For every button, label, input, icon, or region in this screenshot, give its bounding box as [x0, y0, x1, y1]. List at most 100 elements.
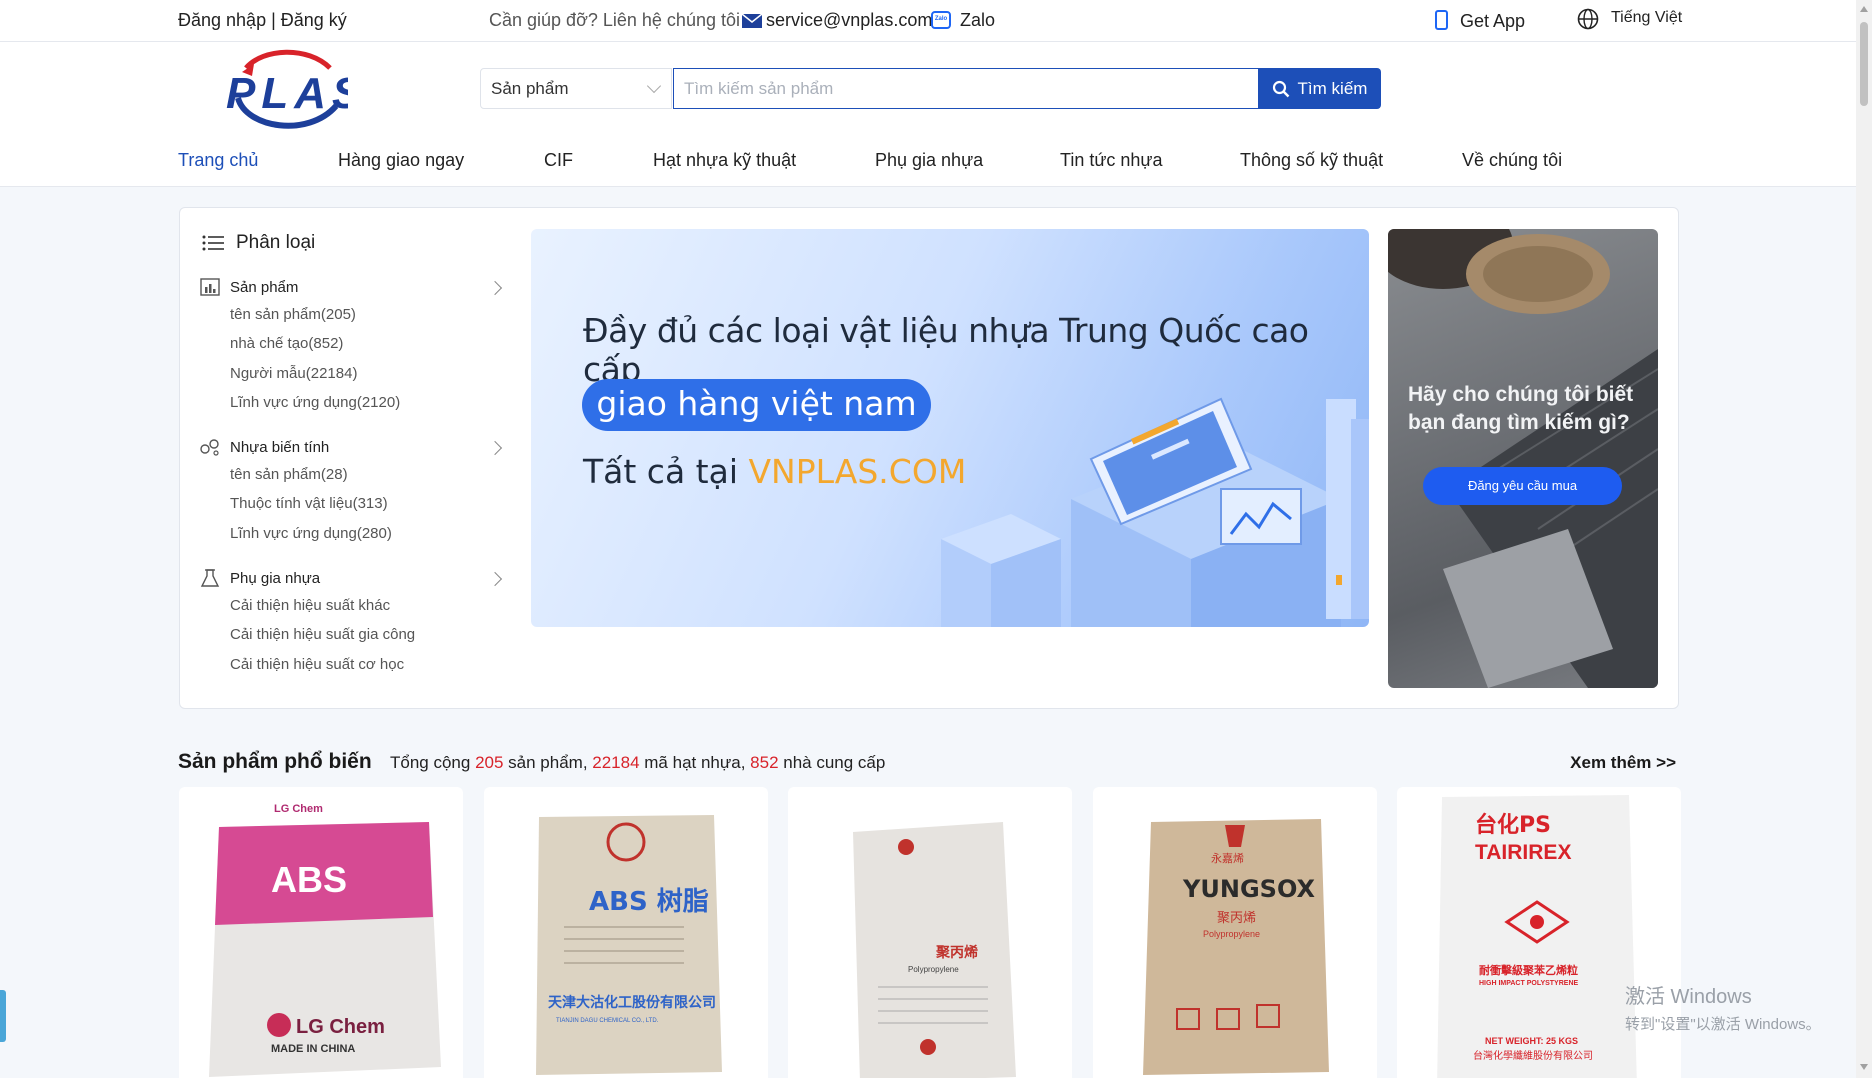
top-bar: Đăng nhập | Đăng ký Cần giúp đỡ? Liên hệ… [0, 0, 1856, 42]
category-group-modified-plastics: Nhựa biến tính tên sản phẩm(28) Thuộc tí… [200, 438, 503, 548]
card-sub: MADE IN CHINA [271, 1043, 355, 1055]
chevron-right-icon [487, 440, 503, 456]
card-sub: TIANJIN DAGU CHEMICAL CO., LTD. [556, 1018, 659, 1024]
product-image: 台化PS TAIRIREX 耐衝擊級聚苯乙烯粒 HIGH IMPACT POLY… [1437, 795, 1637, 1078]
language-selector[interactable]: Tiếng Việt [1611, 9, 1682, 27]
svg-text:PLAS: PLAS [226, 69, 348, 118]
card-footer: 聚丙烯 [1217, 911, 1256, 926]
nav-plastic-additives[interactable]: Phụ gia nhựa [875, 150, 983, 171]
mail-icon [742, 14, 762, 28]
search-button-label: Tìm kiếm [1297, 78, 1368, 98]
nav-technical-specs[interactable]: Thông số kỹ thuật [1240, 150, 1383, 171]
stats-suppliers-label: nhà cung cấp [778, 753, 886, 772]
molecule-icon [200, 439, 219, 456]
banner-pill: giao hàng việt nam [582, 379, 931, 431]
product-image: ABS 树脂 天津大沽化工股份有限公司 TIANJIN DAGU CHEMICA… [536, 815, 722, 1075]
windows-activation-watermark: 激活 Windows 转到"设置"以激活 Windows。 [1625, 980, 1821, 1034]
nav-engineering-plastics[interactable]: Hạt nhựa kỹ thuật [653, 150, 796, 171]
category-item[interactable]: Cải thiện hiệu suất cơ học [230, 650, 500, 679]
category-head-label: Sản phẩm [230, 279, 299, 296]
card-footer: 耐衝擊級聚苯乙烯粒 [1479, 963, 1578, 977]
list-icon [202, 235, 224, 251]
product-card[interactable]: 永嘉烯 YUNGSOX 聚丙烯 Polypropylene [1093, 787, 1377, 1078]
help-text: Cần giúp đỡ? Liên hệ chúng tôi [489, 10, 740, 30]
category-title-label: Phân loại [236, 232, 316, 253]
stats-products-label: sản phẩm, [503, 753, 593, 772]
flask-icon [200, 569, 220, 587]
category-item[interactable]: tên sản phẩm(28) [230, 460, 500, 489]
banner-headline: Đầy đủ các loại vật liệu nhựa Trung Quốc… [583, 311, 1309, 389]
search-category-select[interactable]: Sản phẩm [480, 68, 672, 109]
nav-home[interactable]: Trang chủ [178, 150, 258, 171]
category-head-products[interactable]: Sản phẩm [200, 278, 503, 300]
category-head-modified-plastics[interactable]: Nhựa biến tính [200, 438, 503, 460]
page-scrollbar[interactable] [1856, 0, 1872, 1078]
nav-spot-goods[interactable]: Hàng giao ngay [338, 150, 464, 171]
search-input[interactable] [673, 68, 1258, 109]
card-brand: 台化PS [1475, 812, 1551, 838]
card-sub: HIGH IMPACT POLYSTYRENE [1479, 980, 1579, 987]
see-more-link[interactable]: Xem thêm >> [1570, 753, 1676, 773]
hero-banner[interactable]: Đầy đủ các loại vật liệu nhựa Trung Quốc… [531, 229, 1369, 627]
popular-title: Sản phẩm phổ biến [178, 750, 372, 773]
product-card[interactable]: LG Chem ABS LG Chem MADE IN CHINA [179, 787, 463, 1078]
category-head-label: Phụ gia nhựa [230, 570, 321, 587]
zalo-icon: Zalo [931, 11, 951, 29]
category-item[interactable]: Người mẫu(22184) [230, 359, 500, 388]
card-maker: 台灣化學纖維股份有限公司 [1473, 1049, 1593, 1062]
card-net-weight: NET WEIGHT: 25 KGS [1485, 1036, 1578, 1046]
nav-about-us[interactable]: Về chúng tôi [1462, 150, 1562, 171]
stats-prefix: Tổng cộng [390, 753, 476, 772]
category-head-label: Nhựa biến tính [230, 439, 330, 456]
login-register-link[interactable]: Đăng nhập | Đăng ký [178, 10, 347, 31]
category-item[interactable]: Lĩnh vực ứng dụng(280) [230, 519, 500, 548]
promo-text: Hãy cho chúng tôi biết bạn đang tìm kiếm… [1408, 383, 1634, 434]
phone-icon [1435, 10, 1448, 30]
zalo-link[interactable]: Zalo [960, 10, 995, 31]
banner-tagline: Tất cả tại VNPLAS.COM [583, 452, 966, 491]
product-card[interactable]: 台化PS TAIRIREX 耐衝擊級聚苯乙烯粒 HIGH IMPACT POLY… [1397, 787, 1681, 1078]
chevron-down-icon [646, 78, 662, 94]
side-float-tab[interactable] [0, 990, 6, 1042]
chevron-right-icon [487, 571, 503, 587]
laptop-illustration [1388, 229, 1658, 688]
category-item[interactable]: Cải thiện hiệu suất khác [230, 591, 500, 620]
post-purchase-request-button[interactable]: Đăng yêu cầu mua [1423, 467, 1622, 505]
product-card[interactable]: ABS 树脂 天津大沽化工股份有限公司 TIANJIN DAGU CHEMICA… [484, 787, 768, 1078]
search-category-value: Sản phẩm [491, 79, 569, 98]
category-item[interactable]: nhà chế tạo(852) [230, 329, 500, 358]
nav-plastic-news[interactable]: Tin tức nhựa [1060, 150, 1162, 171]
card-sub: Polypropylene [908, 965, 959, 974]
banner-tagline-prefix: Tất cả tại [583, 452, 749, 491]
card-sub: Polypropylene [1203, 929, 1260, 939]
get-app-link[interactable]: Get App [1460, 11, 1525, 32]
category-item[interactable]: Cải thiện hiệu suất gia công [230, 620, 500, 649]
category-head-additives[interactable]: Phụ gia nhựa [200, 569, 503, 591]
purchase-request-promo: Hãy cho chúng tôi biết bạn đang tìm kiếm… [1388, 229, 1658, 688]
vnplas-logo[interactable]: PLAS [218, 46, 348, 130]
scroll-up-icon[interactable] [1860, 6, 1868, 12]
category-group-products: Sản phẩm tên sản phẩm(205) nhà chế tạo(8… [200, 278, 503, 417]
category-item[interactable]: tên sản phẩm(205) [230, 300, 500, 329]
scroll-down-icon[interactable] [1860, 1064, 1868, 1070]
stats-suppliers-count: 852 [750, 753, 779, 772]
card-title: YUNGSOX [1182, 875, 1315, 903]
card-footer: LG Chem [296, 1016, 385, 1038]
scrollbar-thumb[interactable] [1860, 22, 1868, 106]
popular-stats: Tổng cộng 205 sản phẩm, 22184 mã hạt nhự… [390, 753, 885, 773]
category-item[interactable]: Lĩnh vực ứng dụng(2120) [230, 388, 500, 417]
category-group-additives: Phụ gia nhựa Cải thiện hiệu suất khác Cả… [200, 569, 503, 679]
hero-panel: Phân loại Sản phẩm tên sản phẩm(205) nhà… [179, 207, 1679, 709]
nav-cif[interactable]: CIF [544, 150, 573, 171]
card-title: TAIRIREX [1475, 841, 1571, 864]
site-header: PLAS Sản phẩm Tìm kiếm Trang chủ Hàng gi… [0, 42, 1856, 187]
card-brand: LG Chem [274, 803, 323, 815]
category-item[interactable]: Thuộc tính vật liệu(313) [230, 489, 500, 518]
search-button[interactable]: Tìm kiếm [1258, 68, 1381, 109]
product-card[interactable]: 聚丙烯 Polypropylene [788, 787, 1072, 1078]
stats-grades-label: mã hạt nhựa, [639, 753, 751, 772]
product-image: 聚丙烯 Polypropylene [853, 822, 1016, 1078]
card-title: 聚丙烯 [935, 944, 978, 961]
banner-brand: VNPLAS.COM [748, 452, 967, 491]
email-link[interactable]: service@vnplas.com [766, 10, 932, 31]
